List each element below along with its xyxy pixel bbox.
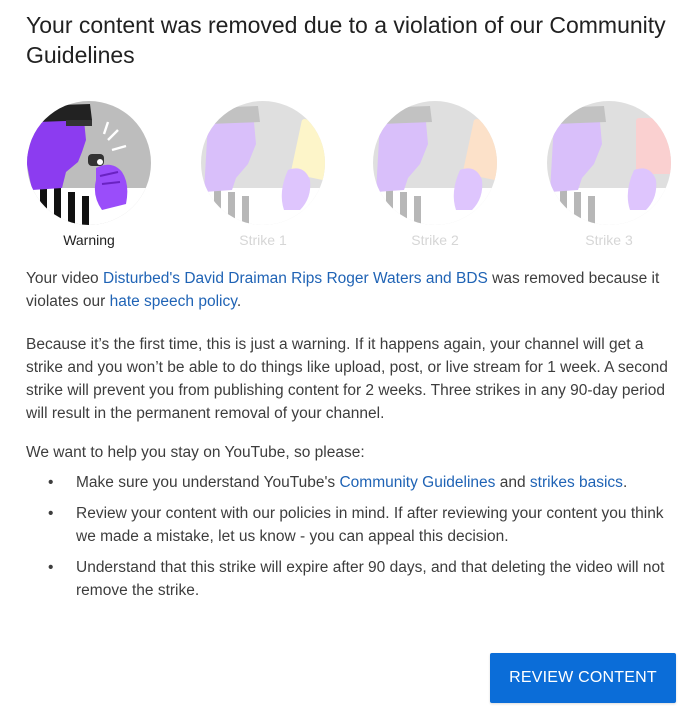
tip-text: let us know bbox=[218, 528, 296, 545]
community-guidelines-link[interactable]: Community Guidelines bbox=[339, 474, 495, 491]
help-intro: We want to help you stay on YouTube, so … bbox=[26, 444, 365, 461]
stage-label: Strike 2 bbox=[411, 232, 459, 248]
stage-warning: Warning bbox=[26, 100, 152, 249]
tip-text: . bbox=[622, 474, 628, 491]
referee-whistle-illustration bbox=[27, 101, 151, 225]
hate-speech-policy-link[interactable]: hate speech policy bbox=[110, 293, 237, 310]
tips-list: • Make sure you understand YouTube's Comm… bbox=[26, 471, 676, 610]
referee-red-card-illustration bbox=[547, 101, 671, 225]
warning-explanation: Because it’s the first time, this is jus… bbox=[26, 336, 668, 422]
notice-text: Your video bbox=[26, 270, 103, 287]
stage-strike-3: Strike 3 bbox=[546, 100, 672, 249]
bullet: • bbox=[48, 474, 54, 491]
referee-orange-card-illustration bbox=[373, 101, 497, 225]
violation-dialog: Your content was removed due to a violat… bbox=[0, 0, 700, 727]
video-link[interactable]: Disturbed's David Draiman Rips Roger Wat… bbox=[103, 270, 488, 287]
stage-strike-1: Strike 1 bbox=[200, 100, 326, 249]
bullet: • bbox=[48, 559, 54, 576]
referee-yellow-card-illustration bbox=[201, 101, 325, 225]
stage-strike-2: Strike 2 bbox=[372, 100, 498, 249]
notice-text: . bbox=[236, 293, 242, 310]
removal-notice: Your video Disturbed's David Draiman Rip… bbox=[26, 267, 676, 313]
strikes-basics-link[interactable]: strikes basics bbox=[530, 474, 623, 491]
review-content-button[interactable]: REVIEW CONTENT bbox=[490, 653, 676, 703]
tip-text: Understand that this strike will expire … bbox=[76, 559, 665, 599]
tip-text: Make sure you understand YouTube's bbox=[76, 474, 340, 491]
bullet: • bbox=[48, 505, 54, 522]
dialog-title: Your content was removed due to a violat… bbox=[26, 12, 666, 68]
list-item: • Review your content with our policies i… bbox=[26, 502, 676, 548]
strike-progress: Warning Strike 1 Strike 2 Strike 3 bbox=[26, 100, 676, 260]
stage-label: Strike 1 bbox=[239, 232, 287, 248]
list-item: • Understand that this strike will expire… bbox=[26, 556, 676, 602]
list-item: • Make sure you understand YouTube's Comm… bbox=[26, 471, 676, 494]
stage-label: Warning bbox=[63, 232, 115, 248]
stage-label: Strike 3 bbox=[585, 232, 633, 248]
tip-text: and bbox=[495, 474, 530, 491]
tip-text: - you can appeal this decision. bbox=[295, 528, 509, 545]
